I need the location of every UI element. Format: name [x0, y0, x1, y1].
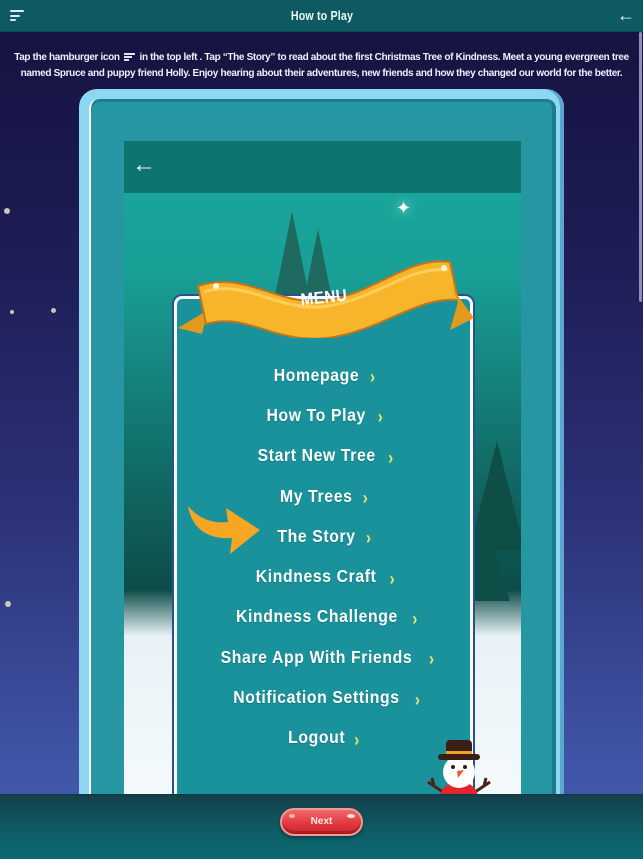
hamburger-icon [124, 53, 136, 61]
chevron-right-icon: › [354, 730, 360, 751]
star-decoration [51, 308, 56, 313]
chevron-right-icon: › [377, 407, 383, 429]
top-bar: How to Play ← [0, 0, 643, 32]
preview-header [124, 141, 521, 193]
sparkle-icon: ✦ [396, 198, 412, 218]
page-title: How to Play [290, 8, 353, 23]
back-button[interactable]: ← [617, 5, 635, 25]
menu-item-notification-settings[interactable]: Notification Settings › [174, 677, 470, 717]
chevron-right-icon: › [414, 689, 420, 711]
chevron-right-icon: › [412, 609, 418, 630]
chevron-right-icon: › [362, 488, 368, 509]
hamburger-icon [10, 10, 24, 12]
menu-item-how-to-play[interactable]: How To Play › [174, 395, 470, 435]
arrow-left-icon: ← [617, 5, 635, 25]
scrollbar[interactable] [639, 32, 642, 302]
arrow-left-icon: ← [132, 151, 156, 178]
snowman-icon [427, 740, 491, 798]
chevron-right-icon: › [366, 528, 371, 550]
star-decoration [4, 208, 10, 214]
chevron-right-icon: › [389, 568, 395, 590]
preview-back-button: ← [132, 151, 156, 179]
chevron-right-icon: › [428, 649, 434, 670]
next-button-label: Next [310, 816, 333, 827]
next-button[interactable]: Next [280, 808, 363, 836]
chevron-right-icon: › [370, 367, 376, 388]
menu-item-homepage[interactable]: Homepage › [174, 355, 470, 395]
menu-item-start-new-tree[interactable]: Start New Tree › [174, 436, 470, 476]
hamburger-menu-button[interactable] [10, 10, 24, 21]
menu-item-kindness-craft[interactable]: Kindness Craft › [174, 556, 470, 596]
pointer-arrow-icon [188, 506, 260, 554]
instructions-text: Tap the hamburger icon in the top left .… [14, 50, 629, 82]
menu-item-share-app[interactable]: Share App With Friends › [174, 637, 470, 677]
chevron-right-icon: › [388, 448, 394, 469]
menu-item-kindness-challenge[interactable]: Kindness Challenge › [174, 597, 470, 637]
star-decoration [5, 601, 11, 607]
star-decoration [10, 310, 14, 314]
instructions-part-1: Tap the hamburger icon [14, 52, 120, 63]
